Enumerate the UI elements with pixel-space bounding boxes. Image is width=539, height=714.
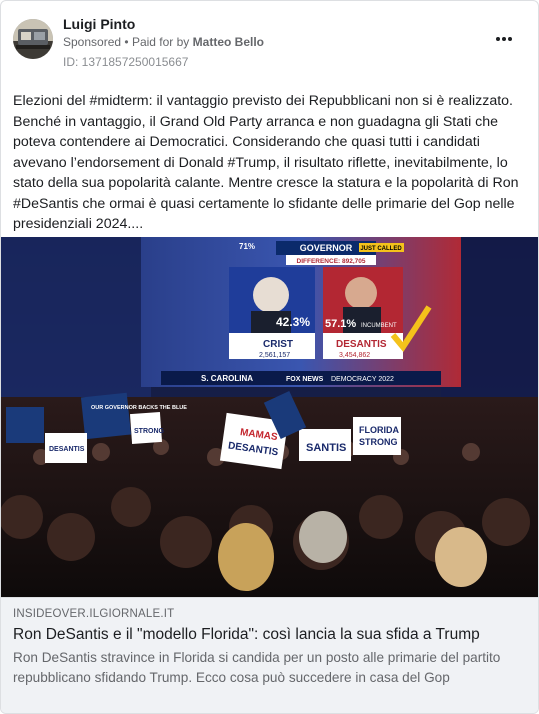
sign-desantis-right: SANTIS [299, 429, 351, 461]
post-image[interactable]: GOVERNOR 71% JUST CALLED DIFFERENCE: 892… [1, 237, 538, 597]
more-options-button[interactable] [492, 29, 516, 49]
sign-desantis-left-text: DESANTIS [49, 446, 85, 453]
sign-backs-blue-text: OUR GOVERNOR BACKS THE BLUE [91, 405, 187, 411]
just-called-tag: JUST CALLED [360, 246, 402, 252]
desantis-votes: 3,454,862 [339, 352, 370, 359]
sign-florida: FLORIDA [359, 425, 399, 435]
ticker-left: S. CAROLINA [201, 374, 253, 383]
crist-percent: 42.3% [276, 315, 310, 329]
link-domain: INSIDEOVER.ILGIORNALE.IT [13, 608, 175, 620]
incumbent-tag: INCUMBENT [361, 323, 397, 329]
ad-id: ID: 1371857250015667 [63, 55, 189, 69]
ticker-network: FOX NEWS [286, 376, 324, 383]
sponsored-line: Sponsored • Paid for by Matteo Bello [63, 35, 264, 49]
rally-photo: GOVERNOR 71% JUST CALLED DIFFERENCE: 892… [1, 237, 538, 597]
difference-label: DIFFERENCE: 892,705 [297, 258, 366, 265]
crist-name: CRIST [263, 339, 293, 350]
payer-name[interactable]: Matteo Bello [193, 35, 264, 49]
sign-strong-left: STRONG [129, 411, 165, 445]
avatar[interactable] [13, 19, 53, 59]
screen-header: GOVERNOR [300, 243, 353, 253]
desantis-percent: 57.1% [325, 318, 356, 330]
sponsored-label[interactable]: Sponsored [63, 35, 121, 49]
post-header: Luigi Pinto Sponsored • Paid for by Matt… [13, 15, 526, 71]
screen-percent-top: 71% [239, 242, 255, 251]
crist-votes: 2,561,157 [259, 352, 290, 359]
avatar-photo [13, 19, 53, 59]
sign-desantis-left: DESANTIS [45, 433, 87, 463]
desantis-name: DESANTIS [336, 339, 387, 350]
sign-florida-strong: FLORIDA STRONG [353, 417, 401, 455]
link-preview[interactable]: INSIDEOVER.ILGIORNALE.IT Ron DeSantis e … [1, 597, 538, 713]
sign-strong-left-text: STRONG [134, 428, 165, 435]
more-horizontal-icon [496, 37, 512, 41]
paid-for-prefix: Paid for by [131, 35, 190, 49]
link-title[interactable]: Ron DeSantis e il "modello Florida": cos… [13, 626, 480, 644]
sponsored-post-card: Luigi Pinto Sponsored • Paid for by Matt… [0, 0, 539, 714]
page-name[interactable]: Luigi Pinto [63, 16, 135, 32]
ticker-right: DEMOCRACY 2022 [331, 376, 394, 383]
sign-santis: SANTIS [306, 442, 346, 454]
separator-dot: • [124, 35, 129, 49]
sign-strong-text: STRONG [359, 437, 398, 447]
post-text: Elezioni del #midterm: il vantaggio prev… [13, 93, 519, 232]
link-description: Ron DeSantis stravince in Florida si can… [13, 650, 501, 685]
